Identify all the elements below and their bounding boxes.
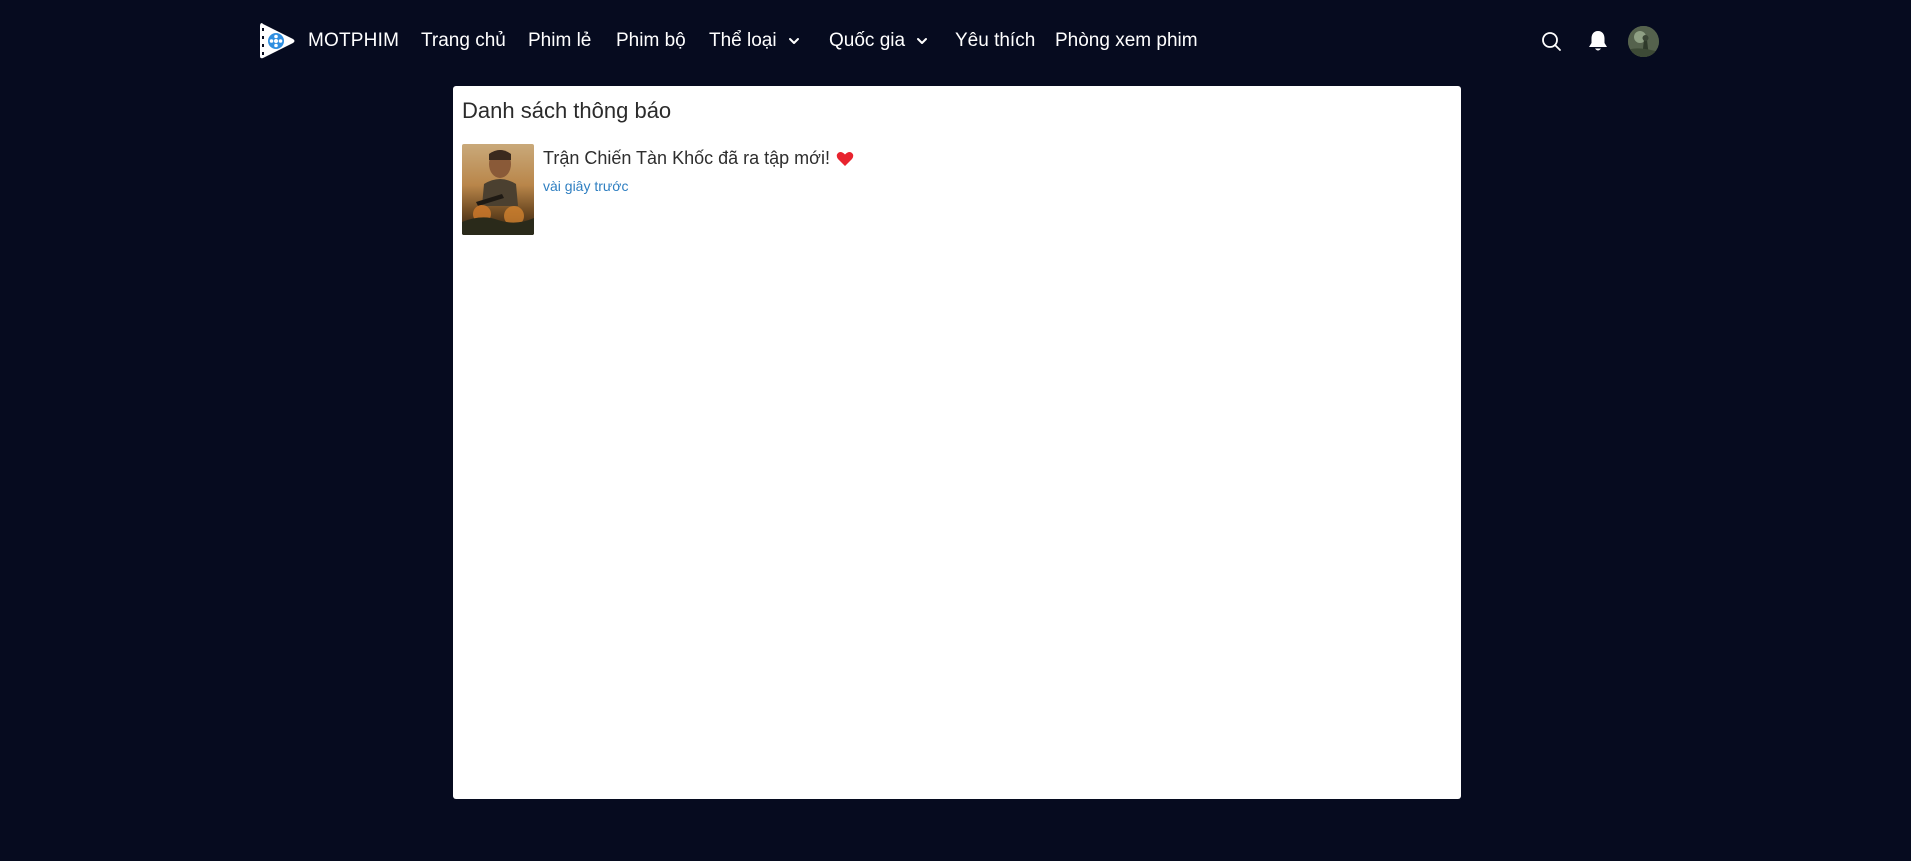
brand-logo[interactable]: MOTPHIM: [258, 20, 399, 62]
notifications-panel: Danh sách thông báo Trận Chiến Tàn Khốc …: [453, 86, 1461, 799]
notification-item[interactable]: Trận Chiến Tàn Khốc đã ra tập mới! vài g…: [462, 144, 962, 236]
notifications-title: Danh sách thông báo: [462, 98, 672, 123]
nav-series[interactable]: Phim bộ: [616, 28, 686, 54]
user-avatar[interactable]: [1628, 26, 1659, 57]
avatar-image: [1628, 26, 1659, 57]
notification-message: Trận Chiến Tàn Khốc đã ra tập mới!: [543, 148, 830, 168]
nav-watch-room[interactable]: Phòng xem phim: [1055, 28, 1198, 54]
play-film-reel-icon: [260, 23, 295, 59]
bell-icon[interactable]: [1587, 29, 1609, 53]
notification-time[interactable]: vài giây trước: [543, 178, 628, 194]
nav-countries-label: Quốc gia: [829, 30, 906, 51]
nav-home[interactable]: Trang chủ: [421, 28, 506, 54]
top-navbar: MOTPHIM Trang chủ Phim lẻ Phim bộ Thể lo…: [0, 0, 1911, 82]
notification-message-row: Trận Chiến Tàn Khốc đã ra tập mới!: [543, 148, 854, 169]
heart-icon: [836, 151, 854, 166]
nav-genres-label: Thể loại: [709, 30, 777, 51]
brand-name: MOTPHIM: [308, 30, 400, 51]
nav-genres-dropdown[interactable]: Thể loại: [709, 28, 801, 54]
nav-countries-dropdown[interactable]: Quốc gia: [829, 28, 929, 54]
nav-movies[interactable]: Phim lẻ: [528, 28, 591, 54]
nav-favorites[interactable]: Yêu thích: [955, 28, 1035, 54]
chevron-down-icon: [917, 38, 928, 44]
search-icon[interactable]: [1541, 31, 1562, 52]
chevron-down-icon: [788, 38, 799, 44]
movie-poster-thumbnail: [462, 144, 534, 235]
